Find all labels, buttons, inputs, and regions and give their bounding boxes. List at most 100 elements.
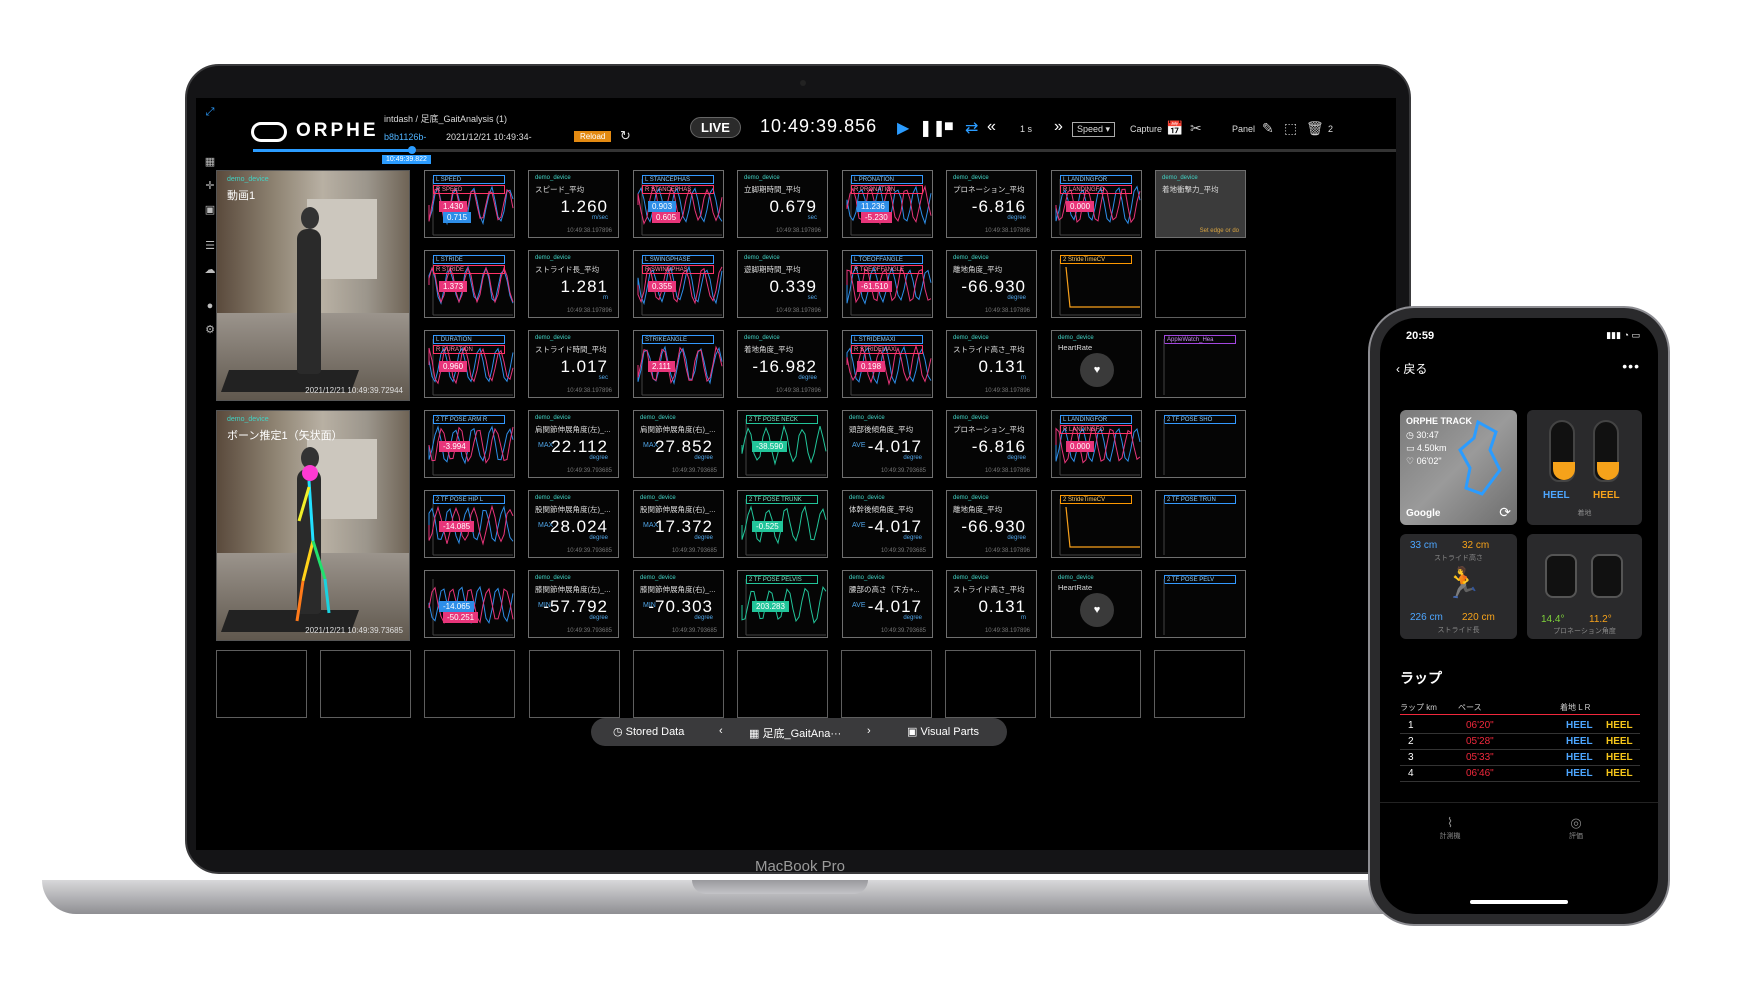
- panel-graph[interactable]: L TOEOFFANGLE R TOEOFFANGLE -61.510: [842, 250, 933, 318]
- step-label[interactable]: 1 s: [1020, 124, 1032, 134]
- panel-edit-icon[interactable]: ✎: [1262, 120, 1274, 137]
- panel-partial[interactable]: 2 TF POSE SHO: [1155, 410, 1246, 478]
- cloud-upload-icon[interactable]: ☁: [203, 264, 217, 276]
- empty-panel[interactable]: [945, 650, 1037, 718]
- empty-panel[interactable]: [632, 650, 724, 718]
- image-icon[interactable]: ▣: [203, 204, 217, 216]
- empty-panel[interactable]: [737, 650, 828, 718]
- speed-select[interactable]: Speed ▾: [1072, 122, 1116, 137]
- panel-value[interactable]: demo_device 立脚期時間_平均 0.679 sec 10:49:38.1978…: [737, 170, 828, 238]
- panel-graph[interactable]: L STRIDEMAXI R STRIDEMAXI 0.198: [842, 330, 933, 398]
- panel-graph[interactable]: 2 TF POSE HIP L -14.085: [424, 490, 515, 558]
- user-icon[interactable]: ●: [203, 300, 217, 312]
- panel-value[interactable]: demo_device ストライド高さ_平均 0.131 m 10:49:38.1978…: [946, 570, 1037, 638]
- stride-card[interactable]: 33 cm 32 cm ストライド高さ 🏃 226 cm 220 cm ストライ…: [1400, 534, 1517, 639]
- panel-value[interactable]: demo_device 膝関節伸展角度(左)_... MIN -57.792 degre…: [528, 570, 619, 638]
- scissors-icon[interactable]: ✂: [1190, 120, 1202, 137]
- pronation-card[interactable]: 14.4° 11.2° プロネーション角度: [1527, 534, 1642, 639]
- panel-partial[interactable]: 2 TF POSE PELV: [1155, 570, 1246, 638]
- track-map-card[interactable]: ORPHE TRACK ◷ 30:47 ▭ 4.50km ♡ 06'02" Go…: [1400, 410, 1517, 525]
- empty-panel[interactable]: [528, 650, 620, 718]
- stored-data-button[interactable]: ◷ Stored Data: [613, 725, 684, 738]
- breadcrumb[interactable]: intdash / 足底_GaitAnalysis (1): [384, 112, 507, 125]
- panel-value[interactable]: demo_device 腰部の高さ（下方+... AVE -4.017 degree 10…: [842, 570, 933, 638]
- panel-graph[interactable]: 2 TF POSE ARM R -3.994: [424, 410, 515, 478]
- panel-value[interactable]: demo_device ストライド時間_平均 1.017 sec 10:49:38.19…: [528, 330, 619, 398]
- panel-graph[interactable]: L SPEED R SPEED 1.430 0.715: [424, 170, 515, 238]
- panel-orange[interactable]: 2 StrideTimeCV: [1051, 250, 1142, 318]
- panel-graph[interactable]: L DURATION R DURATION 0.960: [424, 330, 515, 398]
- video-panel-2[interactable]: demo_device ボーン推定1（矢状面） 2021/12/21 10:49…: [216, 410, 410, 641]
- panel-graph[interactable]: -14.065 -50.251: [424, 570, 515, 638]
- panel-value[interactable]: demo_device 頭部後傾角度_平均 AVE -4.017 degree 10:49…: [842, 410, 933, 478]
- panel-graph[interactable]: L SWINGPHASE R SWINGPHAS 0.355: [633, 250, 724, 318]
- panel-value[interactable]: demo_device 着地角度_平均 -16.982 degree 10:49:38.…: [737, 330, 828, 398]
- file-selector[interactable]: ▦ 足底_GaitAna···: [749, 725, 841, 741]
- panel-graph[interactable]: L LANDINGFOR R LANDINGFO 0.000: [1051, 410, 1142, 478]
- video-panel-1[interactable]: demo_device 動画1 2021/12/21 10:49:39.7294…: [216, 170, 410, 401]
- panel-value[interactable]: demo_device 離地角度_平均 -66.930 degree 10:49:38.…: [946, 250, 1037, 318]
- prev-icon[interactable]: ‹: [719, 725, 723, 737]
- panel-value[interactable]: demo_device プロネーション_平均 -6.816 degree 10:49:3…: [946, 410, 1037, 478]
- capture-calendar-icon[interactable]: 📅: [1166, 120, 1183, 137]
- empty-panel[interactable]: [216, 650, 307, 718]
- panel-value[interactable]: demo_device 股関節伸展角度(左)_... MAX 28.024 degree…: [528, 490, 619, 558]
- panel-green[interactable]: 2 TF POSE NECK -38.590: [737, 410, 828, 478]
- timeline-handle[interactable]: [408, 146, 416, 154]
- empty-panel[interactable]: [424, 650, 516, 718]
- panel-value[interactable]: demo_device 遊脚期時間_平均 0.339 sec 10:49:38.1978…: [737, 250, 828, 318]
- panel-value[interactable]: demo_device 肩関節伸展角度(左)_... MAX 22.112 degree…: [528, 410, 619, 478]
- live-badge[interactable]: LIVE: [690, 117, 741, 138]
- panel-green[interactable]: 2 TF POSE TRUNK -0.525: [737, 490, 828, 558]
- panel-value[interactable]: demo_device 肩関節伸展角度(右)_... MAX 27.852 degree…: [633, 410, 724, 478]
- empty-panel[interactable]: [1155, 250, 1246, 318]
- forward-icon[interactable]: »: [1054, 118, 1063, 136]
- panel-green[interactable]: 2 TF POSE PELVIS 203.283: [737, 570, 828, 638]
- panel-heart[interactable]: demo_device HeartRate ♥: [1051, 570, 1142, 638]
- panel-graph[interactable]: L STANCEPHAS R STANCEPHAS 0.903 0.605: [633, 170, 724, 238]
- panel-value[interactable]: demo_device 着地衝撃力_平均 Set edge or do: [1155, 170, 1246, 238]
- panel-partial[interactable]: AppleWatch_Hea: [1155, 330, 1246, 398]
- dashboard-icon[interactable]: ▦: [203, 156, 217, 168]
- list-icon[interactable]: ☰: [203, 240, 217, 252]
- stop-icon[interactable]: ■: [944, 118, 954, 136]
- panel-value[interactable]: demo_device ストライド高さ_平均 0.131 m 10:49:38.1978…: [946, 330, 1037, 398]
- play-icon[interactable]: ▶: [897, 118, 909, 138]
- tab-measure[interactable]: ⌇ 計測機: [1430, 815, 1470, 841]
- visual-parts-button[interactable]: ▣ Visual Parts: [907, 725, 979, 738]
- panel-partial[interactable]: 2 TF POSE TRUN: [1155, 490, 1246, 558]
- landing-card[interactable]: HEEL HEEL 着地: [1527, 410, 1642, 525]
- refresh-icon[interactable]: ↻: [620, 128, 631, 144]
- panel-graph[interactable]: L PRONATION R PRONATION 11.236 -5.230: [842, 170, 933, 238]
- expand-icon[interactable]: ⤢: [203, 106, 217, 118]
- next-icon[interactable]: ›: [867, 725, 871, 737]
- select-icon[interactable]: ⬚: [1284, 120, 1297, 137]
- panel-value[interactable]: demo_device プロネーション_平均 -6.816 degree 10:49:3…: [946, 170, 1037, 238]
- session-id[interactable]: b8b1126b-: [384, 132, 426, 142]
- pause-icon[interactable]: ❚❚: [919, 118, 946, 138]
- tab-eval[interactable]: ◎ 評価: [1556, 815, 1596, 841]
- panel-value[interactable]: demo_device 股関節伸展角度(右)_... MAX 17.372 degree…: [633, 490, 724, 558]
- panel-graph[interactable]: STRIKEANGLE 2.111: [633, 330, 724, 398]
- timeline-bar[interactable]: [253, 146, 1396, 154]
- add-icon[interactable]: ✛: [203, 180, 217, 192]
- panel-value[interactable]: demo_device 離地角度_平均 -66.930 degree 10:49:38.…: [946, 490, 1037, 558]
- reload-badge[interactable]: Reload: [574, 131, 612, 142]
- panel-value[interactable]: demo_device スピード_平均 1.260 m/sec 10:49:38.197…: [528, 170, 619, 238]
- gear-icon[interactable]: ⚙: [203, 324, 217, 336]
- panel-value[interactable]: demo_device 膝関節伸展角度(右)_... MIN -70.303 degre…: [633, 570, 724, 638]
- recenter-icon[interactable]: ⟳: [1499, 504, 1511, 521]
- panel-heart[interactable]: demo_device HeartRate ♥: [1051, 330, 1142, 398]
- loop-icon[interactable]: ⇄: [965, 118, 978, 138]
- panel-graph[interactable]: L STRIDE R STRIDE 1.373: [424, 250, 515, 318]
- empty-panel[interactable]: [320, 650, 412, 718]
- empty-panel[interactable]: [841, 650, 933, 718]
- panel-graph[interactable]: L LANDINGFOR R LANDINGFO 0.000: [1051, 170, 1142, 238]
- panel-orange[interactable]: 2 StrideTimeCV: [1051, 490, 1142, 558]
- empty-panel[interactable]: [1049, 650, 1141, 718]
- empty-panel[interactable]: [1153, 650, 1245, 718]
- rewind-icon[interactable]: «: [987, 118, 996, 136]
- panel-value[interactable]: demo_device 体幹後傾角度_平均 AVE -4.017 degree 10:49…: [842, 490, 933, 558]
- back-button[interactable]: ‹ 戻る: [1396, 360, 1427, 377]
- more-icon[interactable]: •••: [1622, 358, 1640, 374]
